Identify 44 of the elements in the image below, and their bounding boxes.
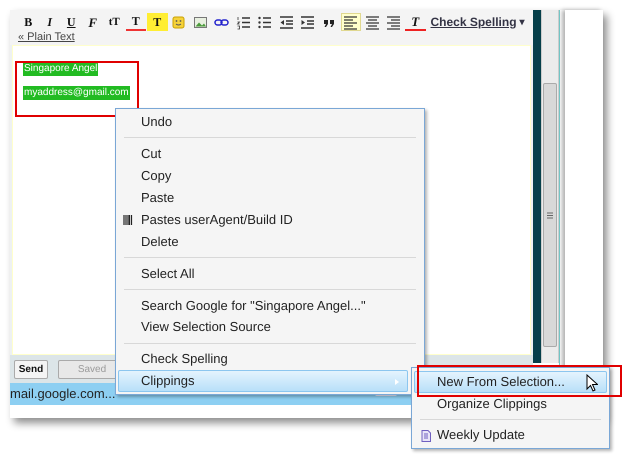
- menu-item[interactable]: Undo: [118, 111, 408, 133]
- scrollbar-thumb[interactable]: [543, 83, 557, 347]
- font-button[interactable]: F: [82, 13, 103, 31]
- remove-formatting-button[interactable]: T: [405, 13, 426, 31]
- menu-item[interactable]: Pastes userAgent/Build ID: [118, 208, 408, 231]
- menu-item[interactable]: Select All: [118, 262, 408, 284]
- italic-button[interactable]: I: [40, 13, 60, 31]
- align-right-icon: [386, 14, 402, 30]
- caret-icon[interactable]: ▾: [520, 14, 525, 30]
- numbered-list-icon: [236, 14, 251, 30]
- plain-text-link[interactable]: « Plain Text: [18, 31, 75, 44]
- menu-item[interactable]: Delete: [118, 230, 408, 252]
- menu-item[interactable]: View Selection Source: [118, 316, 408, 338]
- highlight-button[interactable]: T: [147, 13, 168, 31]
- document-icon: [421, 430, 431, 442]
- font-size-button[interactable]: tT: [104, 13, 124, 31]
- menu-item[interactable]: New From Selection...: [414, 371, 607, 392]
- selected-text: Singapore Angel: [23, 62, 98, 76]
- barcode-icon: [123, 214, 133, 225]
- menu-item[interactable]: Clippings: [118, 370, 408, 392]
- menu-item[interactable]: Weekly Update: [414, 424, 607, 445]
- menu-item[interactable]: Organize Clippings: [414, 392, 607, 414]
- menu-item[interactable]: Paste: [118, 186, 408, 209]
- emoji-icon: [171, 14, 186, 30]
- bold-button[interactable]: B: [18, 13, 38, 31]
- menu-item[interactable]: Search Google for "Singapore Angel...": [118, 294, 408, 316]
- grip-icon: [547, 212, 553, 218]
- align-left-icon: [343, 14, 358, 30]
- align-center-icon: [364, 14, 380, 30]
- check-spelling-button[interactable]: Check Spelling: [430, 13, 517, 31]
- scrollbar[interactable]: [541, 10, 559, 363]
- selected-text: myaddress@gmail.com: [23, 86, 130, 100]
- cursor-icon: [586, 374, 598, 392]
- send-button[interactable]: Send: [14, 360, 48, 378]
- menu-item[interactable]: Copy: [118, 164, 408, 187]
- status-text: mail.google.com...: [10, 385, 116, 404]
- bulleted-list-icon: [257, 14, 272, 30]
- outdent-icon: [278, 14, 294, 30]
- underline-button[interactable]: U: [61, 13, 82, 31]
- image-icon: [192, 14, 208, 30]
- submenu-arrow-icon: [395, 379, 399, 386]
- menu-item[interactable]: Cut: [118, 142, 408, 165]
- align-left-button[interactable]: [340, 13, 361, 31]
- indent-icon: [300, 14, 316, 30]
